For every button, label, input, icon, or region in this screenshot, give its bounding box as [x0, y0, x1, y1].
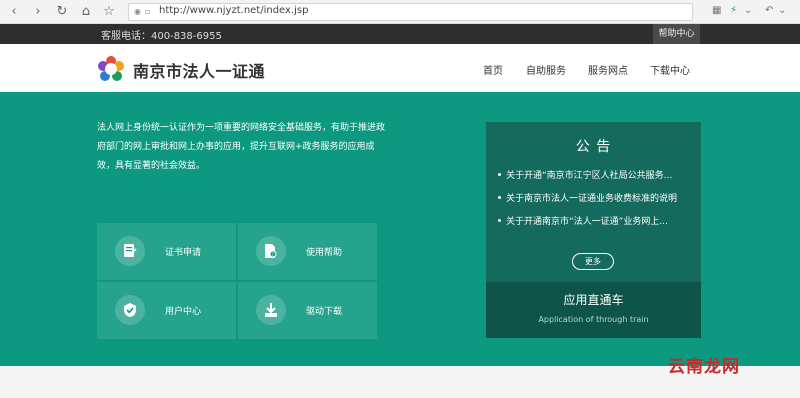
back-icon[interactable]: ‹: [6, 4, 22, 20]
site-icon: ▫: [145, 7, 151, 16]
home-icon[interactable]: ⌂: [78, 4, 94, 20]
url-text: http://www.njyzt.net/index.jsp: [159, 5, 309, 16]
chevron-down-icon[interactable]: ⌄: [744, 5, 752, 16]
site-header: 南京市法人一证通 首页 自助服务 服务网点 下载中心: [0, 44, 800, 92]
more-button[interactable]: 更多: [572, 253, 614, 270]
tile-driver-download[interactable]: 驱动下载: [238, 282, 377, 339]
chevron-down-icon[interactable]: ⌄: [778, 5, 786, 16]
site-title[interactable]: 南京市法人一证通: [133, 58, 265, 82]
tile-user-center[interactable]: 用户中心: [97, 282, 236, 339]
tile-label: 用户中心: [165, 307, 202, 317]
nav-self-service[interactable]: 自助服务: [526, 62, 566, 77]
notice-title: 公 告: [575, 139, 612, 155]
app-shortcut-panel[interactable]: 应用直通车 Application of through train: [486, 282, 701, 338]
hotline-text: 客服电话：400-838-6955: [101, 31, 222, 42]
notice-list: 关于开通“南京市江宁区人社局公共服务... 关于南京市法人一证通业务收费标准的说…: [498, 168, 693, 237]
notice-item[interactable]: 关于开通南京市“法人一证通”业务网上...: [498, 214, 693, 237]
browser-toolbar: ‹ › ↻ ⌂ ☆ ◉ ▫ http://www.njyzt.net/index…: [0, 0, 800, 24]
service-tiles: 证书申请 ? 使用帮助 用户中心 驱动下载: [97, 223, 378, 339]
undo-icon[interactable]: ↶: [765, 5, 773, 16]
shield-icon: ◉: [134, 7, 141, 16]
nav-download-center[interactable]: 下载中心: [650, 62, 690, 77]
nav-home[interactable]: 首页: [483, 62, 503, 77]
app-panel-title: 应用直通车: [563, 293, 624, 307]
help-center-link[interactable]: 帮助中心: [653, 24, 700, 44]
help-doc-icon: ?: [256, 236, 286, 266]
address-bar[interactable]: ◉ ▫ http://www.njyzt.net/index.jsp: [128, 3, 693, 21]
refresh-icon[interactable]: ↻: [54, 4, 70, 20]
grid-icon[interactable]: ▦: [712, 5, 721, 16]
tile-label: 驱动下载: [306, 307, 343, 317]
logo-icon[interactable]: [97, 55, 125, 83]
intro-text: 法人网上身份统一认证作为一项重要的网络安全基础服务，有助于推进政府部门的网上审批…: [97, 123, 386, 171]
user-center-icon: [115, 295, 145, 325]
download-icon: [256, 295, 286, 325]
watermark-text: 云南龙网: [668, 357, 740, 377]
app-panel-subtitle: Application of through train: [538, 315, 649, 324]
star-icon[interactable]: ☆: [101, 4, 117, 20]
tile-certificate-apply[interactable]: 证书申请: [97, 223, 236, 280]
certificate-apply-icon: [115, 236, 145, 266]
nav-service-points[interactable]: 服务网点: [588, 62, 628, 77]
tile-label: 使用帮助: [306, 248, 343, 258]
tile-label: 证书申请: [165, 248, 202, 258]
lightning-icon[interactable]: ⚡: [730, 5, 737, 16]
notice-item[interactable]: 关于开通“南京市江宁区人社局公共服务...: [498, 168, 693, 191]
hero-section: 法人网上身份统一认证作为一项重要的网络安全基础服务，有助于推进政府部门的网上审批…: [0, 92, 800, 366]
tile-usage-help[interactable]: ? 使用帮助: [238, 223, 377, 280]
notice-item[interactable]: 关于南京市法人一证通业务收费标准的说明: [498, 191, 693, 214]
forward-icon[interactable]: ›: [30, 4, 46, 20]
top-info-bar: 客服电话：400-838-6955 帮助中心: [0, 24, 800, 44]
